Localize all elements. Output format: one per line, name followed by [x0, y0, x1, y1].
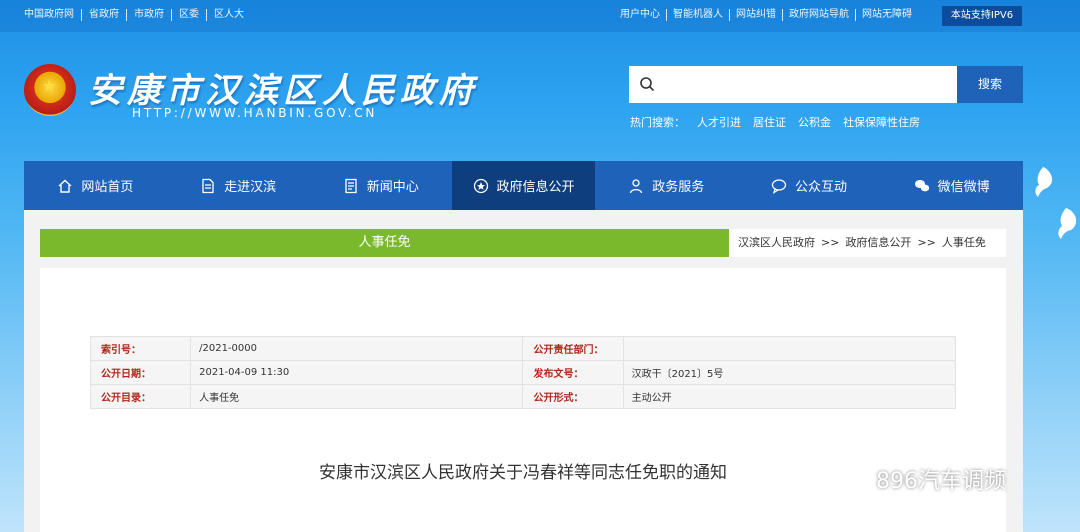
nav-label: 走进汉滨: [224, 180, 277, 195]
link-province-gov[interactable]: 省政府: [82, 9, 127, 21]
link-error-report[interactable]: 网站纠错: [730, 9, 783, 21]
nav-label: 政务服务: [652, 180, 705, 195]
link-gov-site-nav[interactable]: 政府网站导航: [783, 9, 856, 21]
table-row: 公开目录： 人事任免 公开形式： 主动公开: [89, 384, 957, 409]
breadcrumb: 汉滨区人民政府 >> 政府信息公开 >> 人事任免: [729, 229, 1006, 257]
catalog-label: 公开目录：: [89, 384, 192, 409]
document-icon: [202, 178, 214, 193]
home-icon: [58, 179, 72, 193]
top-right-links: 用户中心 智能机器人 网站纠错 政府网站导航 网站无障碍: [614, 9, 918, 21]
search-box: [629, 66, 957, 103]
hot-search-term[interactable]: 社保保障性住房: [843, 114, 920, 130]
link-district-committee[interactable]: 区委: [172, 9, 207, 21]
news-icon: [345, 178, 357, 193]
ipv6-badge: 本站支持IPV6: [942, 6, 1022, 26]
dove-icon: [1035, 167, 1053, 197]
link-smart-robot[interactable]: 智能机器人: [667, 9, 730, 21]
doc-number-label: 发布文号：: [522, 360, 624, 385]
breadcrumb-separator: >>: [917, 236, 936, 249]
doc-number-value: 汉政干〔2021〕5号: [622, 360, 957, 385]
breadcrumb-item[interactable]: 人事任免: [942, 236, 986, 249]
search-icon: [640, 77, 655, 92]
index-label: 索引号：: [89, 336, 192, 361]
department-label: 公开责任部门：: [522, 336, 624, 361]
nav-about[interactable]: 走进汉滨: [167, 161, 310, 210]
breadcrumb-separator: >>: [821, 236, 840, 249]
site-url: HTTP://WWW.HANBIN.GOV.CN: [132, 106, 378, 120]
catalog-value: 人事任免: [190, 384, 524, 409]
watermark-text: 896汽车调频: [876, 469, 1006, 494]
watermark: 896汽车调频: [838, 463, 1006, 495]
wechat-icon: [914, 179, 929, 191]
top-utility-bar: 中国政府网 省政府 市政府 区委 区人大 用户中心 智能机器人 网站纠错 政府网…: [0, 0, 1080, 32]
link-accessibility[interactable]: 网站无障碍: [856, 9, 918, 21]
breadcrumb-item[interactable]: 汉滨区人民政府: [738, 236, 815, 249]
link-central-gov[interactable]: 中国政府网: [24, 9, 82, 21]
hot-search-term[interactable]: 公积金: [798, 114, 831, 130]
person-icon: [630, 178, 643, 193]
breadcrumb-item[interactable]: 政府信息公开: [845, 236, 911, 249]
main-nav: 网站首页 走进汉滨 新闻中心 政府信息公开 政务服务 公众互动 微信微博: [24, 161, 1023, 210]
date-label: 公开日期：: [89, 360, 192, 385]
document-info-table: 索引号： /2021-0000 公开责任部门： 公开日期： 2021-04-09…: [89, 336, 957, 409]
index-value: /2021-0000: [190, 336, 524, 361]
nav-label: 微信微博: [937, 180, 990, 195]
dove-icon: [1058, 208, 1077, 239]
hot-search-term[interactable]: 人才引进: [697, 114, 741, 130]
nav-services[interactable]: 政务服务: [595, 161, 738, 210]
nav-label: 新闻中心: [366, 180, 419, 195]
search-input[interactable]: [665, 72, 945, 96]
wechat-icon: [839, 467, 868, 491]
link-city-gov[interactable]: 市政府: [127, 9, 172, 21]
top-left-links: 中国政府网 省政府 市政府 区委 区人大: [24, 9, 251, 21]
section-title: 人事任免: [40, 229, 729, 257]
star-badge-icon: [473, 178, 488, 193]
nav-wechat-weibo[interactable]: 微信微博: [880, 161, 1023, 210]
link-user-center[interactable]: 用户中心: [614, 9, 667, 21]
nav-label: 政府信息公开: [496, 180, 575, 195]
table-row: 索引号： /2021-0000 公开责任部门：: [89, 336, 957, 361]
nav-interaction[interactable]: 公众互动: [738, 161, 881, 210]
hot-searches: 热门搜索： 人才引进 居住证 公积金 社保保障性住房: [630, 114, 920, 130]
national-emblem-icon: ★: [24, 64, 76, 116]
date-value: 2021-04-09 11:30: [190, 360, 524, 385]
table-row: 公开日期： 2021-04-09 11:30 发布文号： 汉政干〔2021〕5号: [89, 360, 957, 385]
nav-news[interactable]: 新闻中心: [309, 161, 452, 210]
nav-gov-info[interactable]: 政府信息公开: [452, 161, 595, 210]
nav-label: 公众互动: [794, 180, 847, 195]
hot-search-term[interactable]: 居住证: [753, 114, 786, 130]
search-button[interactable]: 搜索: [957, 66, 1023, 103]
site-title[interactable]: 安康市汉滨区人民政府: [88, 63, 478, 112]
nav-label: 网站首页: [81, 180, 134, 195]
format-label: 公开形式：: [522, 384, 624, 409]
department-value: [622, 336, 957, 361]
hot-search-label: 热门搜索：: [630, 116, 685, 129]
link-district-congress[interactable]: 区人大: [207, 9, 251, 21]
format-value: 主动公开: [622, 384, 957, 409]
nav-home[interactable]: 网站首页: [24, 161, 167, 210]
chat-icon: [771, 178, 787, 194]
